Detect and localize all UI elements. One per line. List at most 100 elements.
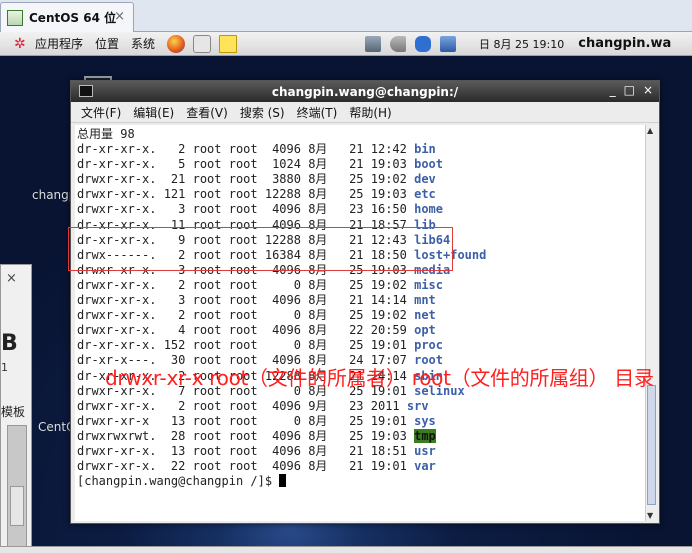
bottom-taskbar [0, 546, 692, 553]
row-attributes: drwxr-xr-x 13 root root 0 8月 25 19:01 [77, 413, 415, 428]
note-icon[interactable] [219, 34, 238, 53]
scroll-thumb[interactable] [647, 385, 656, 505]
row-filename: misc [414, 277, 444, 292]
listing-row: dr-xr-xr-x. 2 root root 4096 8月 21 12:42… [77, 142, 647, 157]
listing-row: drwxr-xr-x. 2 root root 0 8月 25 19:02 ne… [77, 308, 647, 323]
row-filename: mnt [414, 293, 436, 308]
listing-row: drwxr-xr-x. 21 root root 3880 8月 25 19:0… [77, 172, 647, 187]
menu-places[interactable]: 位置 [95, 35, 119, 52]
terminal-title: changpin.wang@changpin:/ [271, 84, 459, 99]
close-icon[interactable]: × [114, 9, 125, 24]
listing-row: drwxr-xr-x. 121 root root 12288 8月 25 19… [77, 187, 647, 202]
row-filename: boot [414, 157, 444, 172]
volume-icon[interactable] [390, 35, 407, 52]
scroll-down-icon[interactable]: ▼ [647, 511, 653, 520]
row-filename: dev [414, 172, 436, 187]
update-icon[interactable] [440, 35, 457, 52]
menu-file[interactable]: 文件(F) [81, 104, 121, 121]
shell-prompt: [changpin.wang@changpin /]$ [77, 474, 280, 489]
row-attributes: drwxr-xr-x. 3 root root 4096 8月 23 16:50 [77, 202, 415, 217]
close-icon[interactable]: × [6, 271, 17, 286]
menu-applications[interactable]: 应用程序 [35, 35, 83, 52]
user-menu[interactable]: changpin.wa [578, 36, 671, 51]
close-button[interactable]: × [643, 83, 653, 97]
listing-row: drwxrwxrwt. 28 root root 4096 8月 25 19:0… [77, 428, 647, 444]
scroll-up-icon[interactable]: ▲ [647, 126, 653, 135]
applications-icon[interactable]: ✲ [14, 36, 30, 52]
bluetooth-icon[interactable] [415, 35, 432, 52]
row-attributes: drwxr-xr-x. 121 root root 12288 8月 25 19… [77, 187, 415, 202]
terminal-menubar: 文件(F) 编辑(E) 查看(V) 搜索 (S) 终端(T) 帮助(H) [71, 102, 659, 123]
menu-help[interactable]: 帮助(H) [349, 104, 391, 121]
terminal-titlebar[interactable]: changpin.wang@changpin:/ _ □ × [71, 81, 659, 102]
bg-window-scrollbar[interactable] [7, 425, 27, 553]
row-filename: var [414, 459, 436, 474]
text-cursor [279, 474, 287, 488]
highlight-box [68, 227, 453, 271]
listing-row: drwxr-xr-x. 4 root root 4096 8月 22 20:59… [77, 323, 647, 338]
row-attributes: drwxrwxrwt. 28 root root 4096 8月 25 19:0… [77, 428, 415, 443]
row-filename: bin [414, 142, 436, 157]
top-panel: ✲ 应用程序 位置 系统 日 8月 25 19:10 changpin.wa [0, 32, 692, 56]
total-line: 总用量 98 [77, 127, 135, 141]
row-filename: etc [414, 187, 436, 202]
row-attributes: drwxr-xr-x. 2 root root 0 8月 25 19:02 [77, 308, 415, 323]
menu-edit[interactable]: 编辑(E) [133, 104, 174, 121]
row-attributes: drwxr-xr-x. 3 root root 4096 8月 21 14:14 [77, 293, 415, 308]
bg-window-heading: B [1, 331, 18, 356]
listing-row: drwxr-xr-x. 2 root root 0 8月 25 19:02 mi… [77, 278, 647, 293]
prompt-line: [changpin.wang@changpin /]$ [77, 474, 647, 489]
listing-row: dr-xr-xr-x. 5 root root 1024 8月 21 19:03… [77, 157, 647, 172]
minimize-button[interactable]: _ [610, 83, 616, 97]
menu-view[interactable]: 查看(V) [186, 104, 228, 121]
terminal-icon [79, 85, 93, 97]
listing-row: drwxr-xr-x. 22 root root 4096 8月 21 19:0… [77, 459, 647, 474]
listing-row: drwxr-xr-x. 3 root root 4096 8月 23 16:50… [77, 202, 647, 217]
row-filename: home [414, 202, 444, 217]
row-attributes: drwxr-xr-x. 22 root root 4096 8月 21 19:0… [77, 459, 415, 474]
row-attributes: drwxr-xr-x. 2 root root 0 8月 25 19:02 [77, 277, 415, 292]
row-filename: sys [414, 413, 436, 428]
listing-row: drwxr-xr-x. 3 root root 4096 8月 21 14:14… [77, 293, 647, 308]
row-filename: usr [414, 443, 436, 458]
row-attributes: dr-xr-xr-x. 2 root root 4096 8月 21 12:42 [77, 142, 415, 157]
row-attributes: dr-xr-xr-x. 152 root root 0 8月 25 19:01 [77, 338, 415, 353]
bg-window-template: 模板 [1, 405, 26, 419]
host-tab-bar: CentOS 64 位 × [0, 0, 692, 32]
row-filename: srv [406, 398, 429, 413]
annotation-text: drwxr-xr-x root（文件的所属者） root（文件的所属组） 目录 [105, 366, 654, 390]
bg-window-number: 1 [1, 361, 8, 374]
row-filename: net [414, 308, 436, 323]
terminal-scrollbar[interactable]: ▲ ▼ [645, 125, 657, 521]
listing-row: drwxr-xr-x. 13 root root 4096 8月 21 18:5… [77, 444, 647, 459]
guest-desktop: ✲ 应用程序 位置 系统 日 8月 25 19:10 changpin.wa c… [0, 32, 692, 553]
terminal-window: changpin.wang@changpin:/ _ □ × 文件(F) 编辑(… [70, 80, 660, 524]
panel-menu: ✲ 应用程序 位置 系统 [14, 34, 245, 53]
clock[interactable]: 日 8月 25 19:10 [479, 36, 564, 52]
row-filename: tmp [414, 428, 436, 443]
terminal-output[interactable]: 总用量 98 dr-xr-xr-x. 2 root root 4096 8月 2… [75, 125, 647, 521]
listing-row: drwxr-xr-x. 2 root root 4096 9月 23 2011 … [77, 399, 647, 414]
row-filename: opt [414, 323, 436, 338]
row-attributes: drwxr-xr-x. 21 root root 3880 8月 25 19:0… [77, 172, 415, 187]
listing-row: drwxr-xr-x 13 root root 0 8月 25 19:01 sy… [77, 414, 647, 429]
menu-terminal[interactable]: 终端(T) [297, 104, 338, 121]
menu-search[interactable]: 搜索 (S) [240, 104, 285, 121]
vm-icon [7, 9, 23, 26]
firefox-icon[interactable] [167, 34, 186, 53]
host-tab-centos[interactable]: CentOS 64 位 × [0, 2, 134, 32]
network-icon[interactable] [365, 35, 382, 52]
window-controls: _ □ × [602, 83, 653, 97]
row-attributes: drwxr-xr-x. 4 root root 4096 8月 22 20:59 [77, 323, 415, 338]
listing-row: dr-xr-xr-x. 152 root root 0 8月 25 19:01 … [77, 338, 647, 353]
system-tray [365, 35, 465, 52]
bg-scroll-thumb[interactable] [10, 486, 24, 526]
menu-system[interactable]: 系统 [131, 35, 155, 52]
row-attributes: drwxr-xr-x. 2 root root 4096 9月 23 2011 [77, 398, 407, 413]
row-filename: proc [414, 338, 444, 353]
host-tab-label: CentOS 64 位 [29, 11, 117, 25]
mail-icon[interactable] [193, 34, 212, 53]
row-attributes: drwxr-xr-x. 13 root root 4096 8月 21 18:5… [77, 443, 415, 458]
maximize-button[interactable]: □ [624, 83, 635, 97]
background-window[interactable]: × B 1 模板 [0, 264, 32, 553]
